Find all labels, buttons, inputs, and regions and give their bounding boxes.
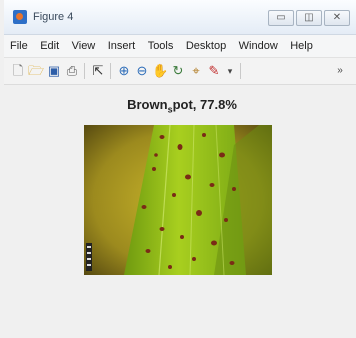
figure-title-rest: pot, 77.8% — [172, 97, 237, 112]
toolbar-separator — [240, 63, 241, 79]
menu-tools[interactable]: Tools — [144, 35, 178, 57]
zoom-out-icon[interactable]: ⊖ — [134, 63, 150, 79]
window-title: Figure 4 — [33, 11, 74, 23]
title-bar[interactable]: Figure 4 ▭ ◫ ✕ — [4, 0, 356, 35]
figure-window: Figure 4 ▭ ◫ ✕ File Edit View Insert Too… — [4, 0, 356, 338]
toolbar-separator — [84, 63, 85, 79]
menu-insert[interactable]: Insert — [104, 35, 140, 57]
leaf-disease-image — [84, 125, 272, 275]
brush-icon[interactable]: ✎ — [206, 63, 222, 79]
minimize-button[interactable]: ▭ — [268, 10, 294, 26]
maximize-button[interactable]: ◫ — [296, 10, 322, 26]
open-folder-icon[interactable]: 🗁 — [28, 63, 44, 79]
menu-edit[interactable]: Edit — [36, 35, 63, 57]
figure-title-main: Brown — [127, 97, 168, 112]
matlab-figure-icon — [13, 10, 27, 24]
pointer-icon[interactable]: ⇱ — [90, 63, 106, 79]
toolbar-overflow-icon[interactable]: » — [332, 63, 348, 79]
pan-icon[interactable]: ✋ — [152, 63, 168, 79]
toolbar-separator — [110, 63, 111, 79]
figure-toolbar: 🗋 🗁 ▣ ⎙ ⇱ ⊕ ⊖ ✋ ↻ ⌖ ✎ ▾ » — [4, 58, 356, 85]
data-cursor-icon[interactable]: ⌖ — [188, 63, 204, 79]
menu-bar: File Edit View Insert Tools Desktop Wind… — [4, 35, 356, 58]
chevron-down-icon[interactable]: ▾ — [222, 63, 238, 79]
save-icon[interactable]: ▣ — [46, 63, 62, 79]
figure-title: Brownspot, 77.8% — [4, 97, 356, 115]
close-button[interactable]: ✕ — [324, 10, 350, 26]
menu-file[interactable]: File — [6, 35, 32, 57]
menu-desktop[interactable]: Desktop — [182, 35, 230, 57]
zoom-in-icon[interactable]: ⊕ — [116, 63, 132, 79]
new-file-icon[interactable]: 🗋 — [10, 63, 26, 79]
menu-help[interactable]: Help — [286, 35, 317, 57]
figure-content: Brownspot, 77.8% — [4, 85, 356, 338]
menu-view[interactable]: View — [68, 35, 100, 57]
rotate-icon[interactable]: ↻ — [170, 63, 186, 79]
menu-window[interactable]: Window — [235, 35, 282, 57]
print-icon[interactable]: ⎙ — [64, 63, 80, 79]
leaf-photo — [84, 125, 272, 275]
